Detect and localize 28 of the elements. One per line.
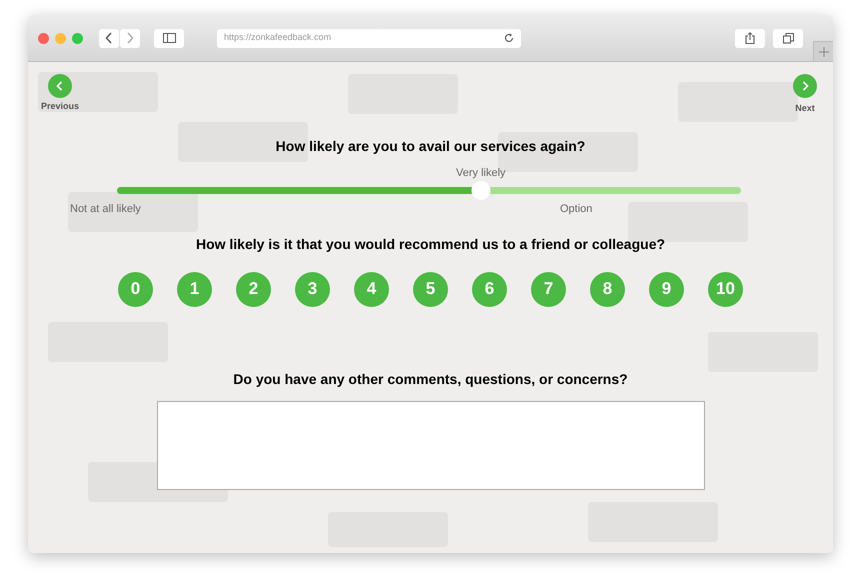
back-button[interactable]: [99, 28, 119, 48]
next-button[interactable]: Next: [793, 74, 817, 116]
question-title: Do you have any other comments, questions, or concerns?: [233, 370, 628, 389]
max-label: Option: [560, 202, 592, 216]
maximize-icon[interactable]: [72, 32, 83, 44]
min-label: Not at all likely: [70, 202, 141, 216]
question-title: How likely are you to avail our services again?: [276, 136, 586, 156]
tabs-icon: [782, 32, 794, 44]
chevron-left-icon: [105, 32, 113, 44]
minimize-icon[interactable]: [55, 32, 66, 44]
previous-button[interactable]: Previous: [41, 74, 80, 116]
url-text: https://zonkafeedback.com: [224, 31, 332, 44]
new-tab-button[interactable]: [813, 41, 833, 61]
address-field[interactable]: https://zonkafeedback.com: [217, 28, 521, 48]
reload-icon[interactable]: [504, 33, 514, 43]
next-icon: [793, 74, 817, 98]
previous-icon: [48, 74, 72, 98]
share-icon: [745, 32, 755, 44]
share-button[interactable]: [735, 28, 765, 48]
tabs-button[interactable]: [773, 28, 803, 48]
chevron-right-icon: [126, 32, 134, 44]
question-title: How likely is it that you would recommend us to a friend or colleague?: [196, 234, 666, 254]
comment-field[interactable]: [156, 400, 704, 490]
sidebar-icon: [162, 33, 176, 43]
close-icon[interactable]: [38, 32, 49, 44]
plus-icon: [818, 46, 828, 56]
sidebar-button[interactable]: [154, 28, 184, 48]
value-label: Very likely: [456, 166, 506, 180]
